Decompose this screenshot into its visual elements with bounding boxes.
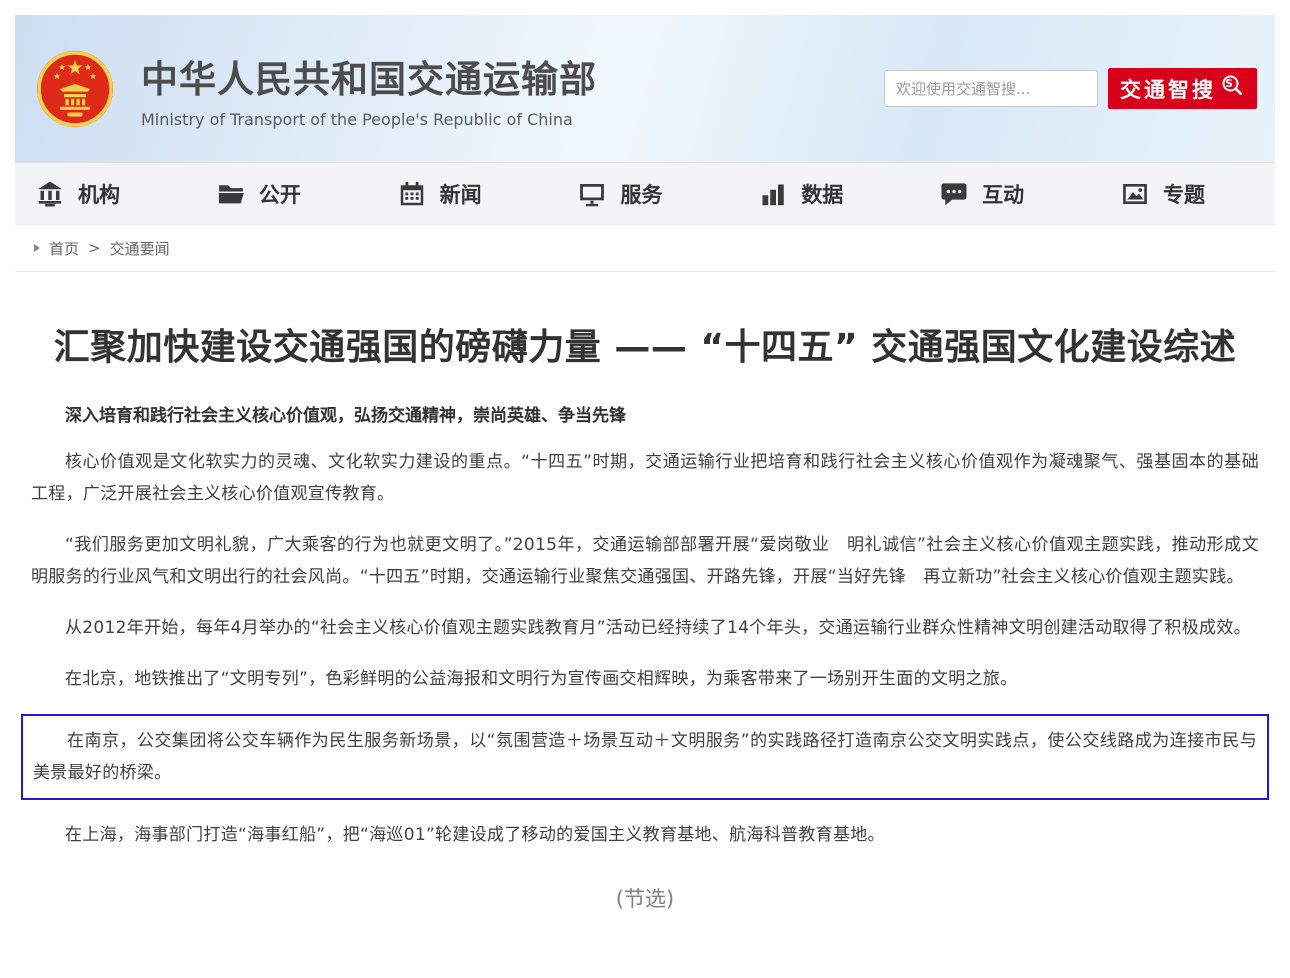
nav-label: 数据	[801, 179, 843, 209]
article-paragraph: 在上海，海事部门打造“海事红船”，把“海巡01”轮建设成了移动的爱国主义教育基地…	[31, 819, 1259, 851]
nav-item-interact[interactable]: 互动	[939, 179, 1024, 209]
national-emblem-logo	[35, 49, 115, 129]
article-paragraph: 核心价值观是文化软实力的灵魂、文化软实力建设的重点。“十四五”时期，交通运输行业…	[31, 446, 1259, 510]
nav-label: 服务	[620, 179, 662, 209]
search-button-label: 交通智搜	[1120, 74, 1216, 104]
article-title: 汇聚加快建设交通强国的磅礴力量 —— “十四五” 交通强国文化建设综述	[31, 318, 1259, 370]
article: 汇聚加快建设交通强国的磅礴力量 —— “十四五” 交通强国文化建设综述 深入培育…	[15, 272, 1275, 913]
highlighted-paragraph-box: 在南京，公交集团将公交车辆作为民生服务新场景，以“氛围营造＋场景互动＋文明服务”…	[21, 714, 1269, 800]
nav-item-data[interactable]: 数据	[758, 179, 843, 209]
nav-label: 新闻	[440, 179, 482, 209]
site-title: 中华人民共和国交通运输部	[141, 49, 597, 103]
nav-label: 专题	[1163, 179, 1205, 209]
nav-label: 机构	[78, 179, 120, 209]
site-subtitle-en: Ministry of Transport of the People's Re…	[141, 110, 597, 129]
search-area: 交通智搜 S	[884, 68, 1257, 109]
brand-text: 中华人民共和国交通运输部 Ministry of Transport of th…	[141, 49, 597, 129]
calendar-icon	[397, 179, 427, 209]
nav-item-org[interactable]: 机构	[35, 179, 120, 209]
folder-icon	[216, 179, 246, 209]
article-paragraph: “我们服务更加文明礼貌，广大乘客的行为也就更文明了。”2015年，交通运输部部署…	[31, 529, 1259, 593]
speech-bubble-icon	[939, 179, 969, 209]
page: 中华人民共和国交通运输部 Ministry of Transport of th…	[0, 0, 1290, 913]
nav-item-topics[interactable]: 专题	[1120, 179, 1205, 209]
monitor-icon	[577, 179, 607, 209]
article-paragraph: 在北京，地铁推出了“文明专列”，色彩鲜明的公益海报和文明行为宣传画交相辉映，为乘…	[31, 663, 1259, 695]
site-brand[interactable]: 中华人民共和国交通运输部 Ministry of Transport of th…	[35, 49, 597, 129]
smart-search-button[interactable]: 交通智搜 S	[1108, 68, 1257, 109]
article-footnote: (节选)	[31, 883, 1259, 913]
breadcrumb-current[interactable]: 交通要闻	[110, 238, 170, 259]
nav-label: 互动	[982, 179, 1024, 209]
nav-item-news[interactable]: 新闻	[397, 179, 482, 209]
breadcrumb-home[interactable]: 首页	[49, 238, 79, 259]
article-lead: 深入培育和践行社会主义核心价值观，弘扬交通精神，崇尚英雄、争当先锋	[31, 400, 1259, 432]
breadcrumb: 首页 > 交通要闻	[15, 225, 1275, 272]
search-icon: S	[1221, 74, 1245, 103]
article-paragraph-highlighted: 在南京，公交集团将公交车辆作为民生服务新场景，以“氛围营造＋场景互动＋文明服务”…	[33, 725, 1257, 789]
nav-item-service[interactable]: 服务	[577, 179, 662, 209]
search-input[interactable]	[884, 70, 1098, 107]
site-header: 中华人民共和国交通运输部 Ministry of Transport of th…	[15, 15, 1275, 162]
main-nav: 机构 公开 新闻 服务 数据	[15, 162, 1275, 225]
breadcrumb-separator: >	[88, 239, 101, 257]
picture-icon	[1120, 179, 1150, 209]
bar-chart-icon	[758, 179, 788, 209]
bank-icon	[35, 179, 65, 209]
svg-text:S: S	[1225, 78, 1236, 90]
nav-label: 公开	[259, 179, 301, 209]
breadcrumb-arrow-icon	[34, 244, 40, 252]
article-paragraph: 从2012年开始，每年4月举办的“社会主义核心价值观主题实践教育月”活动已经持续…	[31, 612, 1259, 644]
nav-item-public[interactable]: 公开	[216, 179, 301, 209]
